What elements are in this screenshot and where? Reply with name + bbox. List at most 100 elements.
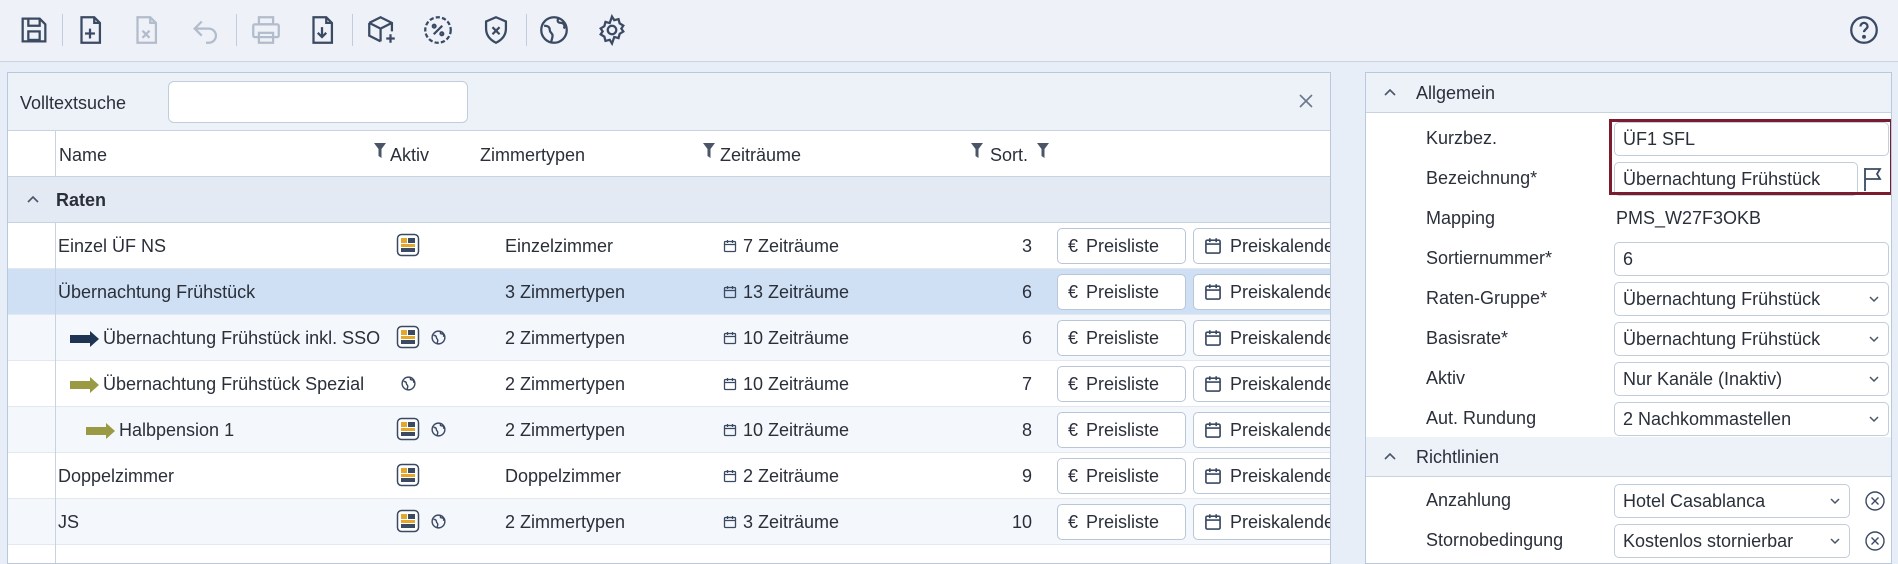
table-row[interactable]: Übernachtung Frühstück Spezial 2 Zimmert… bbox=[8, 361, 1330, 407]
field-bezeichnung: Bezeichnung* Übernachtung Frühstück bbox=[1366, 159, 1891, 199]
preisliste-button[interactable]: € Preisliste bbox=[1057, 412, 1186, 448]
preisliste-button[interactable]: € Preisliste bbox=[1057, 458, 1186, 494]
globe-icon bbox=[431, 514, 446, 529]
rate-name: Übernachtung Frühstück bbox=[58, 282, 256, 302]
group-header-raten[interactable]: Raten bbox=[8, 177, 1330, 223]
filter-icon[interactable] bbox=[703, 143, 715, 159]
ratengruppe-select[interactable]: Übernachtung Frühstück bbox=[1614, 282, 1889, 316]
zeitraeume-cell[interactable]: 2 Zeiträume bbox=[723, 466, 943, 487]
search-input[interactable] bbox=[168, 81, 468, 123]
rates-list-panel: Volltextsuche Name Aktiv Zimmertypen Zei… bbox=[7, 72, 1331, 564]
table-row[interactable]: Übernachtung Frühstück inkl. SSO 2 Zimme… bbox=[8, 315, 1330, 361]
chevron-up-icon[interactable] bbox=[1382, 449, 1398, 465]
preiskalender-button[interactable]: Preiskalender bbox=[1193, 274, 1330, 310]
zimmertypen-cell: Doppelzimmer bbox=[505, 466, 622, 486]
save-button[interactable] bbox=[14, 10, 54, 50]
zimmertypen-cell: 2 Zimmertypen bbox=[505, 374, 626, 394]
section-richtlinien[interactable]: Richtlinien bbox=[1366, 437, 1891, 477]
table-row[interactable] bbox=[8, 545, 1330, 563]
zeitraeume-cell[interactable]: 10 Zeiträume bbox=[723, 374, 943, 395]
add-package-icon bbox=[368, 15, 395, 43]
aktiv-select[interactable]: Nur Kanäle (Inaktiv) bbox=[1614, 362, 1889, 396]
add-package-button[interactable] bbox=[362, 10, 402, 50]
preiskalender-button[interactable]: Preiskalender bbox=[1193, 458, 1330, 494]
zeitraeume-cell[interactable]: 3 Zeiträume bbox=[723, 512, 943, 533]
table-row[interactable]: Einzel ÜF NS Einzelzimmer 7 Zeiträume 3 … bbox=[8, 223, 1330, 269]
zeitraeume-cell[interactable]: 13 Zeiträume bbox=[723, 282, 943, 303]
zeitraeume-cell[interactable]: 7 Zeiträume bbox=[723, 236, 943, 257]
preiskalender-button[interactable]: Preiskalender bbox=[1193, 504, 1330, 540]
settings-button[interactable] bbox=[592, 10, 632, 50]
anzahlung-select[interactable]: Hotel Casablanca bbox=[1614, 484, 1850, 518]
undo-button[interactable] bbox=[186, 10, 226, 50]
column-header-aktiv[interactable]: Aktiv bbox=[390, 145, 429, 166]
chevron-up-icon[interactable] bbox=[24, 191, 42, 209]
calendar-icon bbox=[1205, 514, 1221, 530]
rundung-select[interactable]: 2 Nachkommastellen bbox=[1614, 402, 1889, 436]
column-header-sort[interactable]: Sort. bbox=[990, 145, 1028, 166]
discount-button[interactable] bbox=[418, 10, 458, 50]
zeitraeume-cell[interactable]: 10 Zeiträume bbox=[723, 420, 943, 441]
euro-icon: € bbox=[1068, 373, 1079, 394]
new-button[interactable] bbox=[70, 10, 110, 50]
section-allgemein[interactable]: Allgemein bbox=[1366, 73, 1891, 113]
preisliste-button[interactable]: € Preisliste bbox=[1057, 320, 1186, 356]
preiskalender-button[interactable]: Preiskalender bbox=[1193, 228, 1330, 264]
sort-cell: 6 bbox=[1021, 328, 1032, 348]
zeitraeume-cell[interactable]: 10 Zeiträume bbox=[723, 328, 943, 349]
filter-icon[interactable] bbox=[971, 143, 983, 159]
gear-icon bbox=[599, 13, 625, 47]
table-row[interactable]: JS 2 Zimmertypen 3 Zeiträume 10 € Preisli… bbox=[8, 499, 1330, 545]
basisrate-select[interactable]: Übernachtung Frühstück bbox=[1614, 322, 1889, 356]
help-button[interactable] bbox=[1844, 10, 1884, 50]
table-row[interactable]: Übernachtung Frühstück 3 Zimmertypen 13 … bbox=[8, 269, 1330, 315]
derived-rate-arrow-icon bbox=[70, 331, 99, 348]
sortiernummer-input[interactable]: 6 bbox=[1614, 242, 1889, 276]
aktiv-cell bbox=[388, 463, 478, 489]
chevron-down-icon bbox=[1869, 416, 1879, 423]
field-rundung: Aut. Rundung 2 Nachkommastellen bbox=[1366, 399, 1891, 439]
preiskalender-button[interactable]: Preiskalender bbox=[1193, 320, 1330, 356]
table-row[interactable]: Doppelzimmer Doppelzimmer 2 Zeiträume 9 … bbox=[8, 453, 1330, 499]
field-mapping: Mapping PMS_W27F3OKB bbox=[1366, 199, 1891, 239]
pms-icon bbox=[396, 509, 420, 533]
preisliste-button[interactable]: € Preisliste bbox=[1057, 274, 1186, 310]
flag-icon[interactable] bbox=[1860, 165, 1886, 193]
preisliste-button[interactable]: € Preisliste bbox=[1057, 504, 1186, 540]
euro-icon: € bbox=[1068, 419, 1079, 440]
clear-icon[interactable] bbox=[1864, 490, 1886, 512]
field-anzahlung: Anzahlung Hotel Casablanca bbox=[1366, 481, 1891, 521]
table-row[interactable]: Halbpension 1 2 Zimmertypen 10 Zeiträume… bbox=[8, 407, 1330, 453]
rate-name: JS bbox=[58, 512, 80, 532]
policy-button[interactable] bbox=[476, 10, 516, 50]
calendar-icon bbox=[723, 240, 737, 253]
close-icon[interactable] bbox=[1296, 91, 1316, 111]
pms-icon bbox=[396, 463, 420, 487]
calendar-icon bbox=[723, 286, 737, 299]
field-ratengruppe: Raten-Gruppe* Übernachtung Frühstück bbox=[1366, 279, 1891, 319]
euro-icon: € bbox=[1068, 465, 1079, 486]
print-button[interactable] bbox=[246, 10, 286, 50]
delete-button[interactable] bbox=[126, 10, 166, 50]
column-header-zimmertypen[interactable]: Zimmertypen bbox=[480, 145, 585, 166]
preisliste-button[interactable]: € Preisliste bbox=[1057, 366, 1186, 402]
print-icon bbox=[252, 16, 280, 44]
euro-icon: € bbox=[1068, 511, 1079, 532]
aktiv-cell bbox=[388, 325, 478, 351]
kurzbez-input[interactable]: ÜF1 SFL bbox=[1614, 122, 1889, 156]
chevron-down-icon bbox=[1869, 296, 1879, 303]
storno-select[interactable]: Kostenlos stornierbar bbox=[1614, 524, 1850, 558]
column-header-zeitraeume[interactable]: Zeiträume bbox=[720, 145, 801, 166]
bezeichnung-input[interactable]: Übernachtung Frühstück bbox=[1614, 162, 1858, 196]
chevron-up-icon[interactable] bbox=[1382, 85, 1398, 101]
preisliste-button[interactable]: € Preisliste bbox=[1057, 228, 1186, 264]
channels-button[interactable] bbox=[534, 10, 574, 50]
column-header-name[interactable]: Name bbox=[59, 145, 107, 166]
aktiv-cell bbox=[388, 279, 478, 305]
filter-icon[interactable] bbox=[374, 143, 386, 159]
clear-icon[interactable] bbox=[1864, 530, 1886, 552]
filter-icon[interactable] bbox=[1037, 143, 1049, 159]
preiskalender-button[interactable]: Preiskalender bbox=[1193, 412, 1330, 448]
preiskalender-button[interactable]: Preiskalender bbox=[1193, 366, 1330, 402]
export-button[interactable] bbox=[302, 10, 342, 50]
